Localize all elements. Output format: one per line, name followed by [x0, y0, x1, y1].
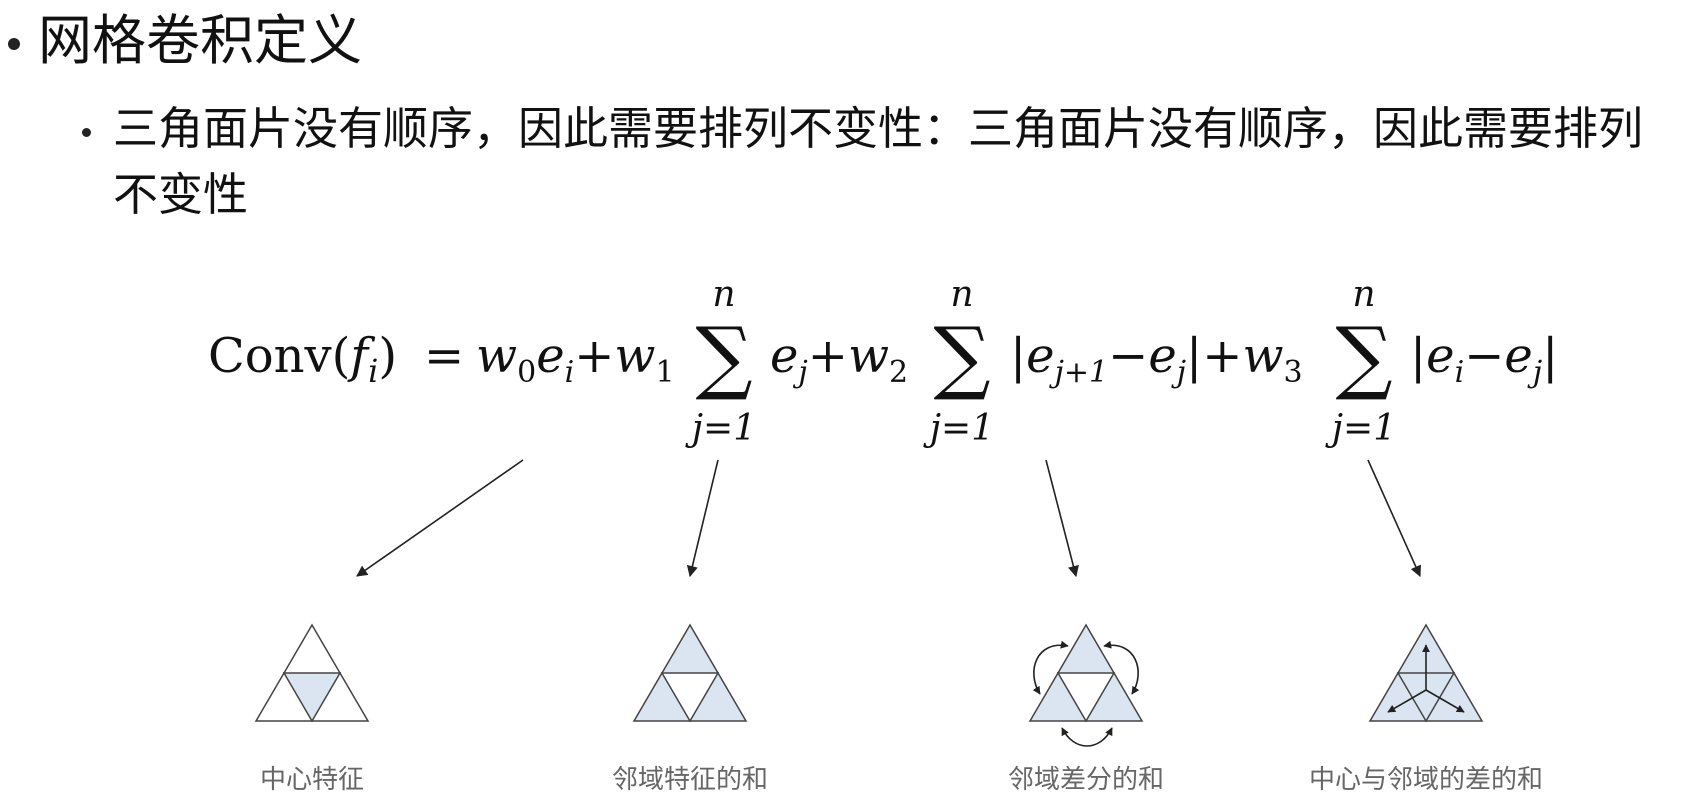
e-j1-sub: j+1	[1049, 355, 1109, 390]
close-paren: )	[378, 328, 397, 384]
sub-3: 3	[1284, 355, 1303, 390]
sub-2: 2	[889, 355, 908, 390]
minus-1: −	[1108, 328, 1148, 384]
e-j-e: e	[770, 328, 798, 384]
caption-neighbor-diff: 邻域差分的和	[1008, 765, 1164, 795]
svg-text:ej+w2: ej+w2	[770, 328, 908, 390]
diagram-neighbor-sum	[632, 623, 748, 723]
arrow-center-term	[356, 459, 524, 577]
sum1-upper: n	[712, 274, 735, 315]
equals-sign: =	[424, 328, 464, 384]
sum2-sigma: ∑	[933, 310, 990, 403]
abs-close-1: |	[1186, 328, 1202, 384]
abs-open-1: |	[1010, 328, 1026, 384]
minus-2: −	[1464, 328, 1504, 384]
sum2-lower: j=1	[923, 408, 994, 449]
formula: Conv(fi) = w0ei+w1 n ∑ j=1 ej+w2 n ∑ j=1…	[208, 274, 1558, 449]
e-i-e2: e	[1426, 328, 1454, 384]
sub-0: 0	[517, 355, 536, 390]
abs-close-2: |	[1542, 328, 1558, 384]
sum3-upper: n	[1352, 274, 1375, 315]
sum1-sigma: ∑	[695, 310, 752, 403]
svg-text:|ei−ej|: |ei−ej|	[1410, 328, 1558, 390]
e-i-sub2: i	[1455, 355, 1465, 390]
e-j-e3: e	[1504, 328, 1532, 384]
abs-open-2: |	[1410, 328, 1426, 384]
e-j-e2: e	[1148, 328, 1176, 384]
diagram-center-feature	[254, 623, 370, 723]
caption-center-feature: 中心特征	[260, 765, 364, 795]
svg-text:w0ei+w1: w0ei+w1	[476, 328, 675, 390]
e-j1-e: e	[1026, 328, 1054, 384]
plus-3: +	[1202, 328, 1242, 384]
w3: w	[1242, 328, 1283, 384]
sub-i: i	[368, 352, 378, 390]
caption-center-diff: 中心与邻域的差的和	[1309, 765, 1543, 795]
svg-text:|ej+1−ej|+w3: |ej+1−ej|+w3	[1010, 328, 1303, 390]
e-i-e: e	[536, 328, 564, 384]
plus-1: +	[574, 328, 614, 384]
sub-1: 1	[656, 355, 675, 390]
diagram-neighbor-diff	[1028, 623, 1144, 723]
svg-text:Conv(fi): Conv(fi)	[208, 328, 397, 390]
sum2-upper: n	[950, 274, 973, 315]
captions: 中心特征 邻域特征的和 邻域差分的和 中心与邻域的差的和	[260, 765, 1543, 795]
sum3-lower: j=1	[1325, 408, 1396, 449]
w2: w	[848, 328, 889, 384]
term-arrows	[356, 459, 1421, 578]
w1: w	[614, 328, 655, 384]
sum1-lower: j=1	[685, 408, 756, 449]
caption-neighbor-sum: 邻域特征的和	[612, 765, 768, 795]
mesh-convolution-figure: Conv(fi) = w0ei+w1 n ∑ j=1 ej+w2 n ∑ j=1…	[208, 274, 1558, 795]
curved-arrow-bottom	[1061, 727, 1113, 747]
arrow-center-diff-term	[1367, 459, 1421, 578]
arrow-neighbor-diff-term	[1045, 459, 1079, 578]
sum3-sigma: ∑	[1335, 310, 1392, 403]
e-i-sub: i	[565, 355, 575, 390]
w0: w	[476, 328, 517, 384]
arrow-neighbor-sum-term	[686, 459, 719, 578]
plus-2: +	[808, 328, 848, 384]
conv-label: Conv(	[208, 328, 350, 384]
